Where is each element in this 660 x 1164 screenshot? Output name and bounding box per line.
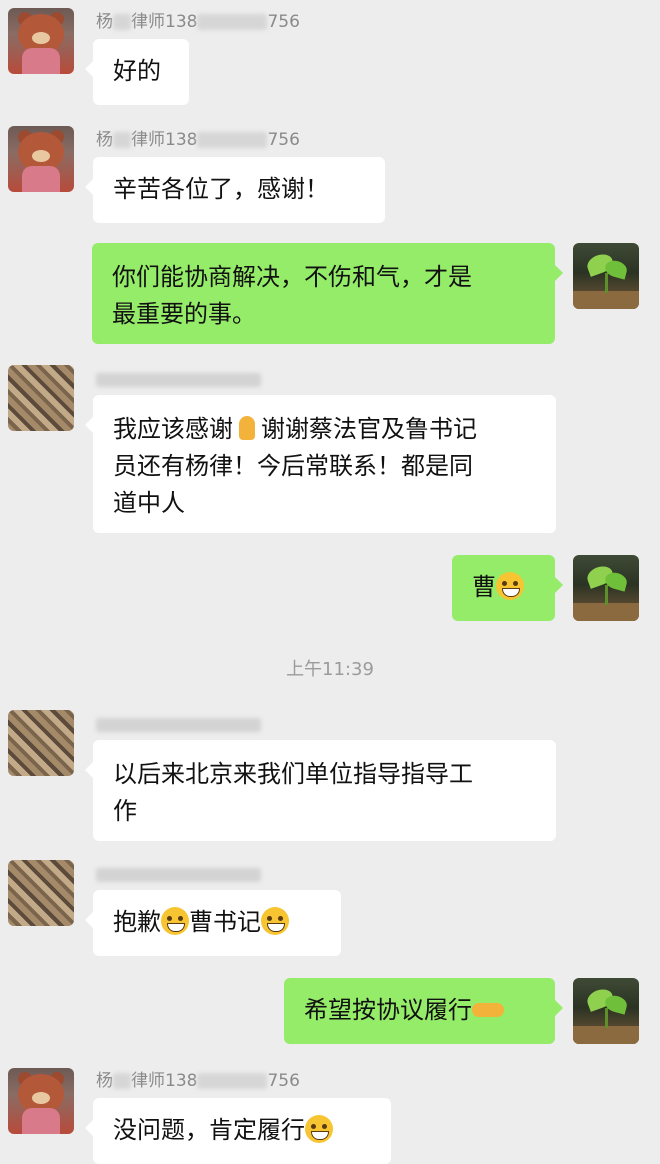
avatar[interactable] bbox=[573, 978, 639, 1044]
handshake-emoji bbox=[472, 995, 504, 1023]
message-bubble[interactable]: 以后来北京来我们单位指导指导工 作 bbox=[85, 740, 556, 841]
sender-name-redacted bbox=[96, 718, 261, 732]
message-bubble[interactable]: 我应该感谢 谢谢蔡法官及鲁书记 员还有杨律！今后常联系！都是同 道中人 bbox=[85, 395, 556, 533]
message-text: 没问题，肯定履行 bbox=[113, 1116, 305, 1144]
message-bubble[interactable]: 你们能协商解决，不伤和气，才是 最重要的事。 bbox=[92, 243, 563, 344]
message-bubble[interactable]: 抱歉 曹书记 bbox=[85, 890, 341, 956]
avatar[interactable] bbox=[8, 1068, 74, 1134]
message-text: 以后来北京来我们单位指导指导工 bbox=[113, 760, 473, 788]
laugh-emoji bbox=[496, 572, 524, 600]
message-text: 抱歉 bbox=[113, 908, 161, 936]
avatar[interactable] bbox=[8, 710, 74, 776]
grin-emoji bbox=[261, 907, 289, 935]
grin-emoji bbox=[305, 1115, 333, 1143]
message-text: 我应该感谢 谢谢蔡法官及鲁书记 bbox=[113, 414, 477, 443]
message-text: 曹 bbox=[472, 573, 496, 601]
avatar[interactable] bbox=[8, 365, 74, 431]
time-divider: 上午11:39 bbox=[286, 659, 374, 680]
avatar[interactable] bbox=[8, 8, 74, 74]
think-emoji bbox=[161, 907, 189, 935]
sender-name: 杨律师138 756 bbox=[96, 1071, 300, 1091]
sender-name: 杨律师138 756 bbox=[96, 130, 300, 150]
message-text: 作 bbox=[113, 797, 137, 825]
message-bubble[interactable]: 曹 bbox=[452, 555, 563, 621]
message-bubble[interactable]: 辛苦各位了，感谢！ bbox=[85, 157, 385, 223]
message-text: 最重要的事。 bbox=[112, 300, 256, 328]
message-text: 曹书记 bbox=[189, 908, 261, 936]
sender-name: 杨律师138 756 bbox=[96, 12, 300, 32]
message-text: 好的 bbox=[113, 57, 161, 85]
sender-name-redacted bbox=[96, 868, 261, 882]
avatar[interactable] bbox=[573, 243, 639, 309]
pray-emoji bbox=[233, 414, 261, 442]
avatar[interactable] bbox=[8, 126, 74, 192]
sender-name-redacted bbox=[96, 373, 261, 387]
avatar[interactable] bbox=[8, 860, 74, 926]
message-bubble[interactable]: 没问题，肯定履行 bbox=[85, 1098, 391, 1164]
avatar[interactable] bbox=[573, 555, 639, 621]
message-text: 道中人 bbox=[113, 489, 185, 517]
message-bubble[interactable]: 好的 bbox=[85, 39, 189, 105]
message-text: 你们能协商解决，不伤和气，才是 bbox=[112, 263, 472, 291]
message-text: 员还有杨律！今后常联系！都是同 bbox=[113, 452, 473, 480]
message-bubble[interactable]: 希望按协议履行 bbox=[284, 978, 563, 1044]
message-text: 辛苦各位了，感谢！ bbox=[113, 175, 329, 203]
message-text: 希望按协议履行 bbox=[304, 996, 472, 1024]
